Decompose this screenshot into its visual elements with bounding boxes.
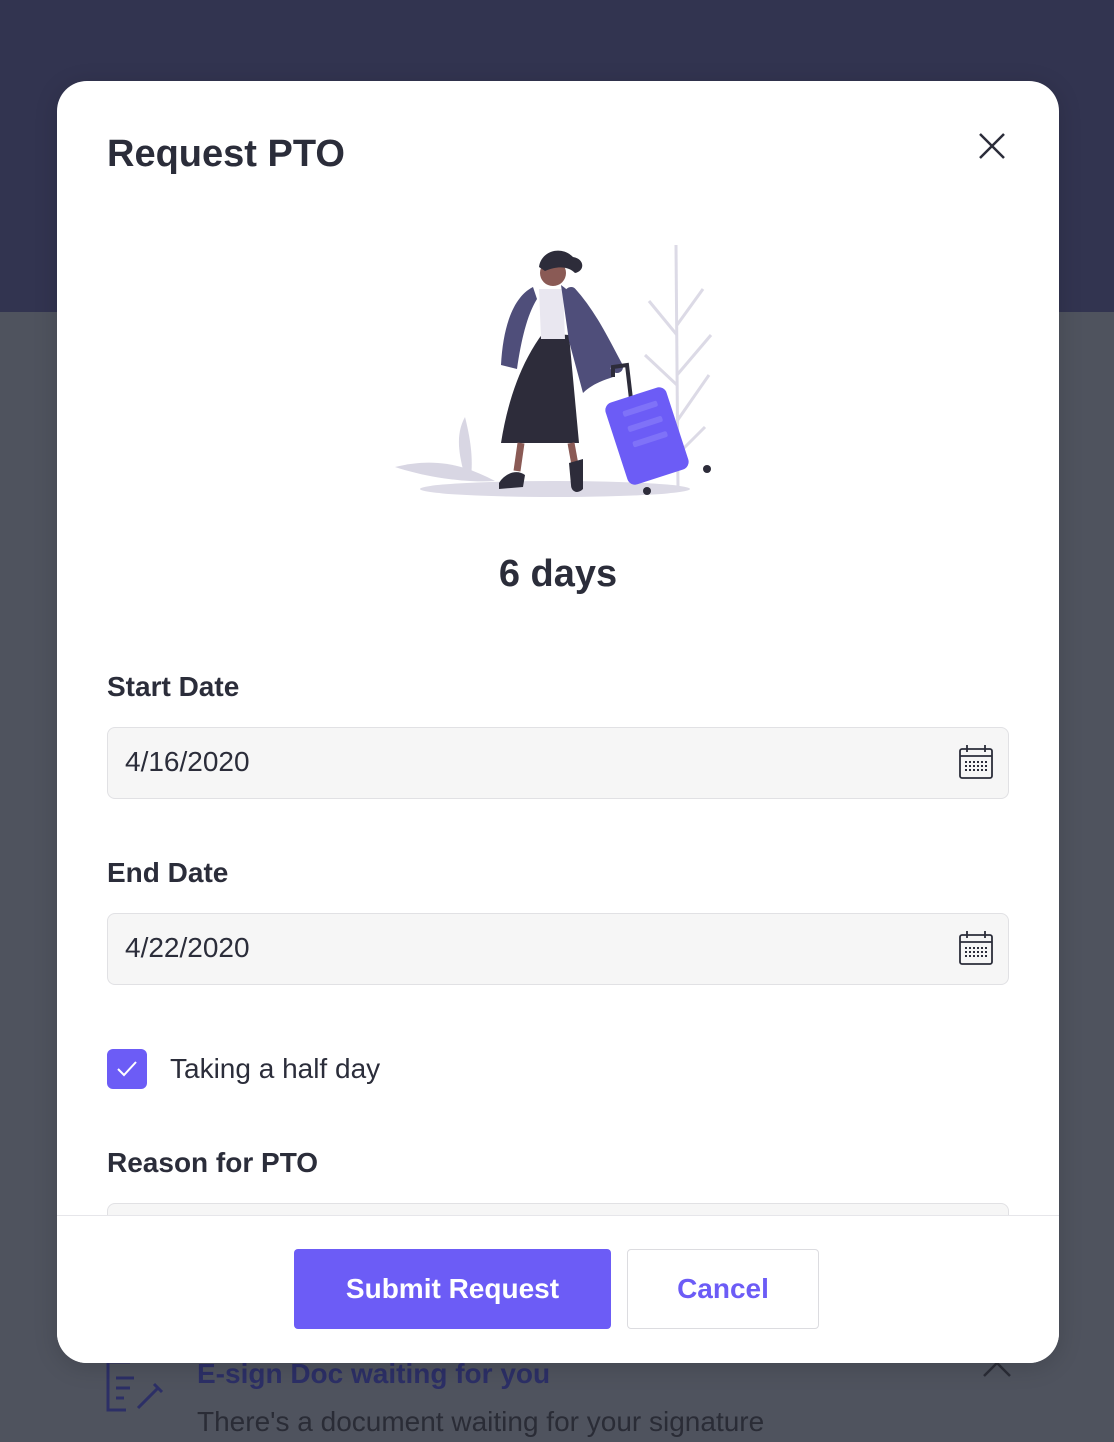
start-date-input[interactable]: 4/16/2020 [107, 727, 1009, 799]
calendar-icon[interactable] [958, 744, 994, 780]
reason-label: Reason for PTO [107, 1147, 319, 1178]
checkmark-icon [117, 1061, 137, 1077]
half-day-checkbox[interactable] [107, 1049, 147, 1089]
notice-body: There's a document waiting for your sign… [197, 1406, 765, 1437]
end-date-label: End Date [107, 857, 229, 888]
close-icon[interactable] [975, 129, 1009, 163]
end-date-value[interactable]: 4/22/2020 [125, 932, 250, 964]
traveler-illustration [395, 245, 713, 497]
half-day-label[interactable]: Taking a half day [170, 1053, 380, 1085]
start-date-value[interactable]: 4/16/2020 [125, 746, 250, 778]
submit-request-button[interactable]: Submit Request [294, 1249, 611, 1329]
start-date-label: Start Date [107, 671, 240, 702]
modal-title: Request PTO [107, 133, 345, 175]
end-date-input[interactable]: 4/22/2020 [107, 913, 1009, 985]
cancel-button[interactable]: Cancel [627, 1249, 819, 1329]
request-pto-modal: Request PTO 6 days Start Date 4/16/2020 … [57, 81, 1059, 1363]
document-edit-icon [106, 1360, 164, 1412]
pto-duration: 6 days [498, 553, 618, 595]
modal-footer: Submit Request Cancel [57, 1215, 1059, 1363]
calendar-icon[interactable] [958, 930, 994, 966]
